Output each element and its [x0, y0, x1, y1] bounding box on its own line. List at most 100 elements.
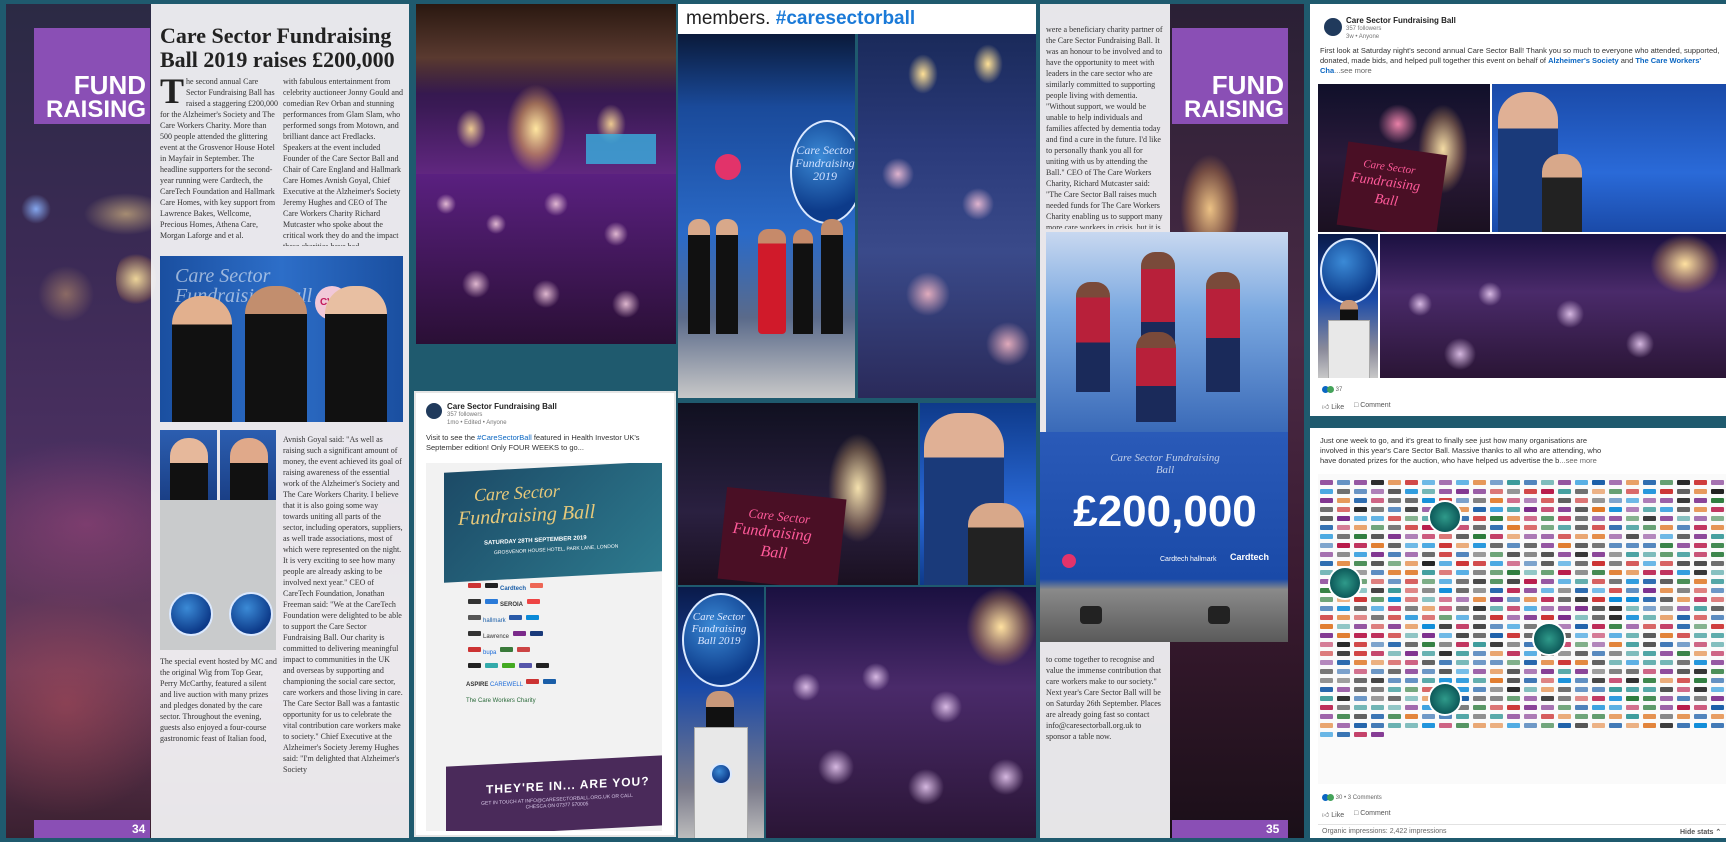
sponsor-logo-tile	[1439, 534, 1452, 539]
flyer-logo-text: Cardtech	[500, 586, 527, 592]
sponsor-logo-tile	[1609, 651, 1622, 656]
sponsor-logo-tile	[1456, 615, 1469, 620]
sponsor-logo-tile	[1609, 669, 1622, 674]
sponsor-logo-tile	[1711, 642, 1724, 647]
sponsor-logo-tile	[1337, 696, 1350, 701]
sponsor-logo-tile	[1490, 579, 1503, 584]
sponsor-logo-tile	[1388, 480, 1401, 485]
dancer-figure	[1076, 282, 1110, 392]
sponsor-logo-tile	[1592, 678, 1605, 683]
podium	[1328, 320, 1370, 378]
sponsor-logo-tile	[1507, 579, 1520, 584]
sponsor-logo-tile	[1609, 552, 1622, 557]
sponsor-logo-tile	[1677, 489, 1690, 494]
author-name[interactable]: Care Sector Fundraising Ball	[447, 402, 557, 411]
sponsor-logo-tile	[1660, 687, 1673, 692]
comment-button[interactable]: □ Comment	[1354, 810, 1391, 817]
sponsor-logo-tile	[1694, 543, 1707, 548]
sponsor-logo-tile	[1422, 723, 1435, 728]
podium-sign-text: Care Sector Fundraising Ball 2019	[691, 611, 747, 647]
see-more-link[interactable]: ...see more	[1559, 456, 1597, 465]
like-button[interactable]: 👍︎ Like	[1322, 402, 1344, 411]
sponsor-logo-tile	[1354, 678, 1367, 683]
sponsor-logo-tile	[1660, 597, 1673, 602]
sponsor-logo-tile	[1643, 579, 1656, 584]
sponsor-logo-tile	[1592, 588, 1605, 593]
sponsor-logo-tile	[1694, 687, 1707, 692]
sponsor-logo-tile	[1541, 543, 1554, 548]
sponsor-logo-tile	[1626, 714, 1639, 719]
sponsor-logo-tile	[1371, 516, 1384, 521]
sponsor-logo-tile	[1660, 579, 1673, 584]
sponsor-logo-tile	[1405, 633, 1418, 638]
reactions-bar[interactable]: 30 • 3 Comments	[1322, 794, 1382, 801]
sponsor-logos-image	[1318, 474, 1726, 784]
comment-count[interactable]: • 3 Comments	[1344, 795, 1382, 801]
sponsor-logo-tile	[1541, 606, 1554, 611]
page-number: 34	[132, 822, 146, 836]
sponsor-logo-tile	[1643, 606, 1656, 611]
drop-cap: T	[160, 76, 185, 111]
sponsor-logo-tile	[1473, 687, 1486, 692]
sponsor-logo-tile	[1490, 507, 1503, 512]
hashtag-link[interactable]: #CareSectorBall	[477, 433, 532, 442]
sponsor-logo-tile	[1575, 498, 1588, 503]
reactions-bar[interactable]: 37	[1322, 386, 1342, 393]
person-figure	[170, 438, 208, 500]
sponsor-logo-tile	[1660, 624, 1673, 629]
sponsor-logo-tile	[1609, 543, 1622, 548]
sponsor-logo-tile	[1524, 516, 1537, 521]
sponsor-logo-tile	[1575, 597, 1588, 602]
sponsor-logo-tile	[1337, 705, 1350, 710]
hide-stats-button[interactable]: Hide stats ⌃	[1680, 828, 1721, 836]
sponsor-logo-tile	[1558, 480, 1571, 485]
sponsor-logo-tile	[1558, 534, 1571, 539]
sponsor-logo-tile	[1711, 714, 1724, 719]
sponsor-logo-tile	[1626, 705, 1639, 710]
sponsor-logo-tile	[1541, 525, 1554, 530]
sponsor-logo-tile	[1371, 651, 1384, 656]
sponsor-logo-tile	[1626, 660, 1639, 665]
sponsor-logo-tile	[1439, 642, 1452, 647]
sponsor-logo-tile	[1354, 624, 1367, 629]
header-hashtag[interactable]: #caresectorball	[776, 8, 915, 29]
sponsor-logo-tile	[1473, 507, 1486, 512]
sponsor-logo-tile	[1354, 705, 1367, 710]
sponsor-logo-tile	[1490, 696, 1503, 701]
sponsor-logo-tile	[1456, 552, 1469, 557]
author-name[interactable]: Care Sector Fundraising Ball	[1346, 16, 1456, 25]
sponsor-logo-tile	[1405, 480, 1418, 485]
sponsor-logo-tile	[1354, 642, 1367, 647]
sponsor-logo-tile	[1643, 633, 1656, 638]
sponsor-logo-tile	[1592, 561, 1605, 566]
sponsor-logo-tile	[1694, 579, 1707, 584]
tables-area	[1380, 274, 1726, 378]
sponsor-logo-tile	[1490, 669, 1503, 674]
sponsor-logo-tile	[1371, 507, 1384, 512]
like-button[interactable]: 👍︎ Like	[1322, 810, 1344, 819]
see-more-link[interactable]: ...see more	[1334, 66, 1372, 75]
sponsor-logo-tile	[1507, 678, 1520, 683]
post-text-line: Just one week to go, and it's great to f…	[1320, 436, 1587, 445]
sponsor-logo-tile	[1490, 723, 1503, 728]
alzheimers-link[interactable]: Alzheimer's Society	[1548, 56, 1619, 65]
sponsor-logo-tile	[1694, 624, 1707, 629]
sponsor-logo-tile	[1558, 525, 1571, 530]
sponsor-logo-tile	[1592, 624, 1605, 629]
person-figure	[793, 229, 813, 334]
sponsor-logo-tile	[1422, 588, 1435, 593]
sponsor-logo-tile	[1592, 615, 1605, 620]
sponsor-logo-tile	[1473, 642, 1486, 647]
sponsor-logo-tile	[1609, 633, 1622, 638]
sponsor-logo-tile	[1320, 633, 1333, 638]
sponsor-logo-tile	[1694, 489, 1707, 494]
sponsor-logo-tile	[1694, 606, 1707, 611]
sponsor-logo-tile	[1643, 516, 1656, 521]
sponsor-logo-tile	[1320, 624, 1333, 629]
sponsor-logo-tile	[1558, 588, 1571, 593]
sponsor-logo-tile	[1575, 570, 1588, 575]
sponsor-logo-tile	[1507, 687, 1520, 692]
sponsor-logo-tile	[1592, 489, 1605, 494]
sponsor-logo-tile	[1694, 507, 1707, 512]
comment-button[interactable]: □ Comment	[1354, 402, 1391, 409]
